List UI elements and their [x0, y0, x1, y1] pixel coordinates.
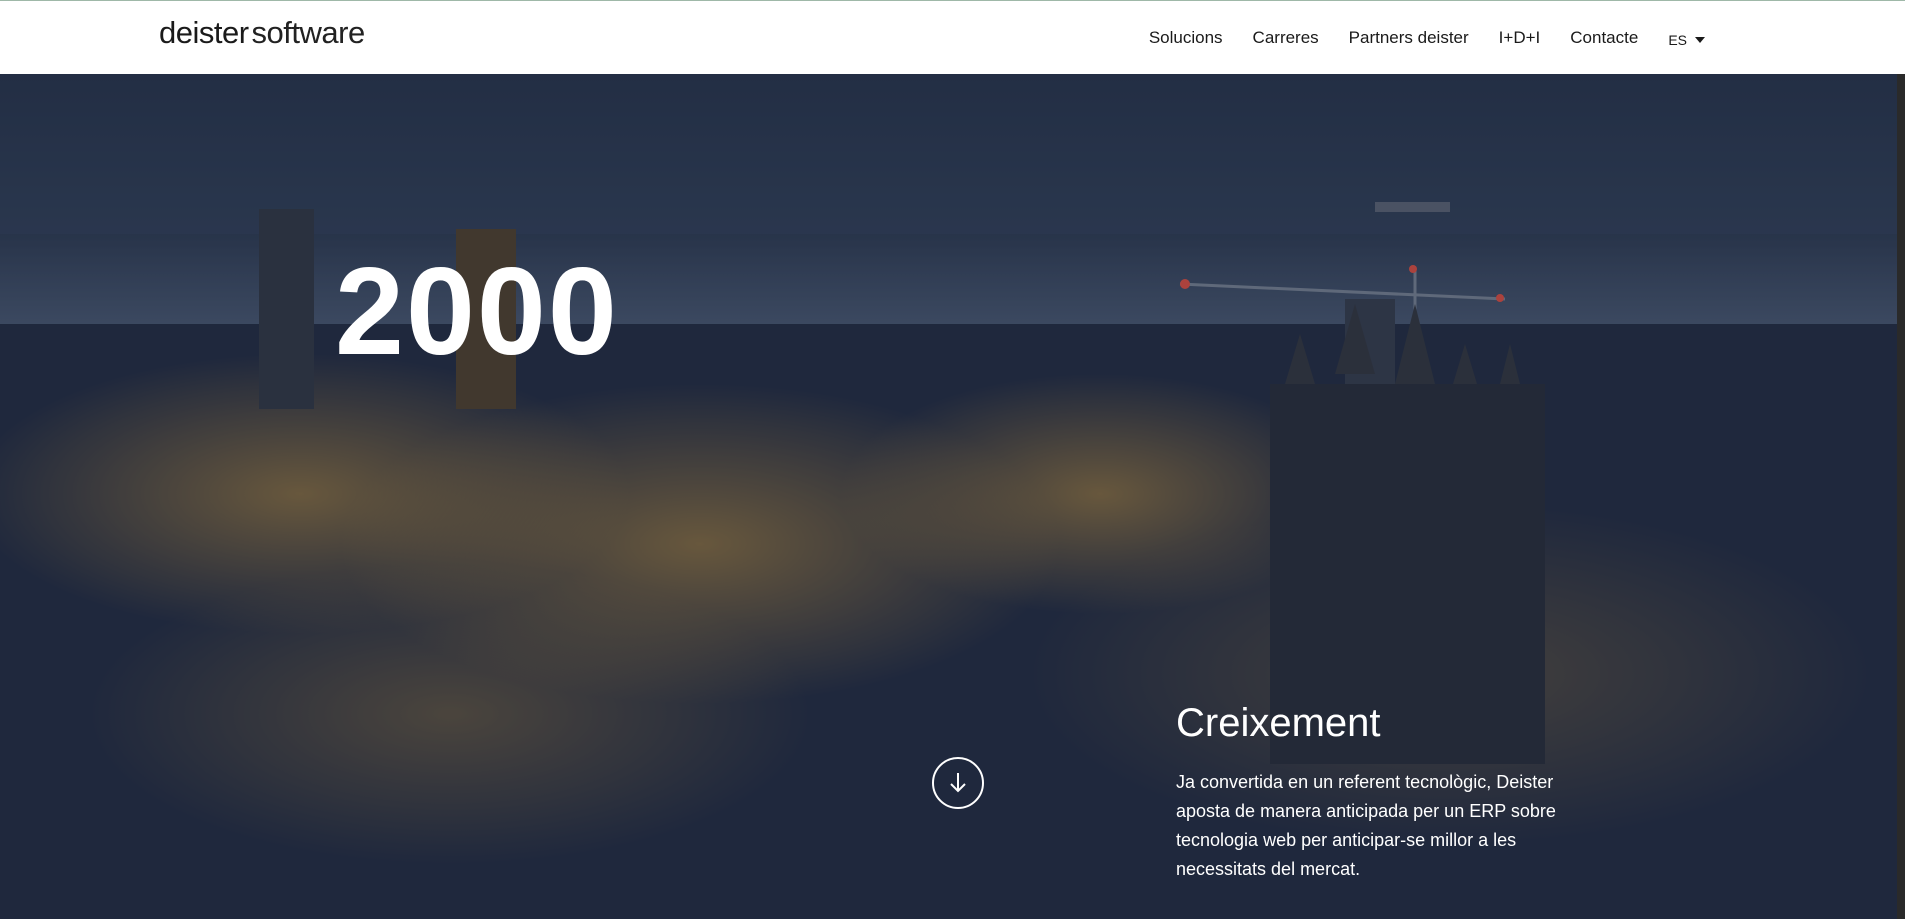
hero-year: 2000: [335, 243, 619, 381]
hero-section: 2000 Creixement Ja convertida en un refe…: [0, 74, 1905, 919]
nav-item-carreres[interactable]: Carreres: [1253, 28, 1319, 48]
main-nav: Solucions Carreres Partners deister I+D+…: [1119, 28, 1705, 48]
nav-item-idi[interactable]: I+D+I: [1499, 28, 1541, 48]
nav-item-partners[interactable]: Partners deister: [1349, 28, 1469, 48]
nav-item-contacte[interactable]: Contacte: [1570, 28, 1638, 48]
milestone-title: Creixement: [1176, 701, 1381, 745]
arrow-down-icon: [950, 773, 966, 793]
nav-item-solucions[interactable]: Solucions: [1149, 28, 1223, 48]
milestone-description: Ja convertida en un referent tecnològic,…: [1176, 772, 1556, 879]
logo-brand: deister: [159, 15, 249, 50]
caret-down-icon: [1695, 37, 1705, 43]
language-selector[interactable]: ES: [1668, 32, 1705, 48]
scroll-down-button[interactable]: [932, 757, 984, 809]
site-header: deistersoftware Solucions Carreres Partn…: [0, 0, 1905, 74]
logo[interactable]: deistersoftware: [159, 15, 365, 51]
language-label: ES: [1668, 32, 1687, 48]
scrollbar[interactable]: [1897, 74, 1905, 919]
logo-suffix: software: [251, 15, 366, 50]
